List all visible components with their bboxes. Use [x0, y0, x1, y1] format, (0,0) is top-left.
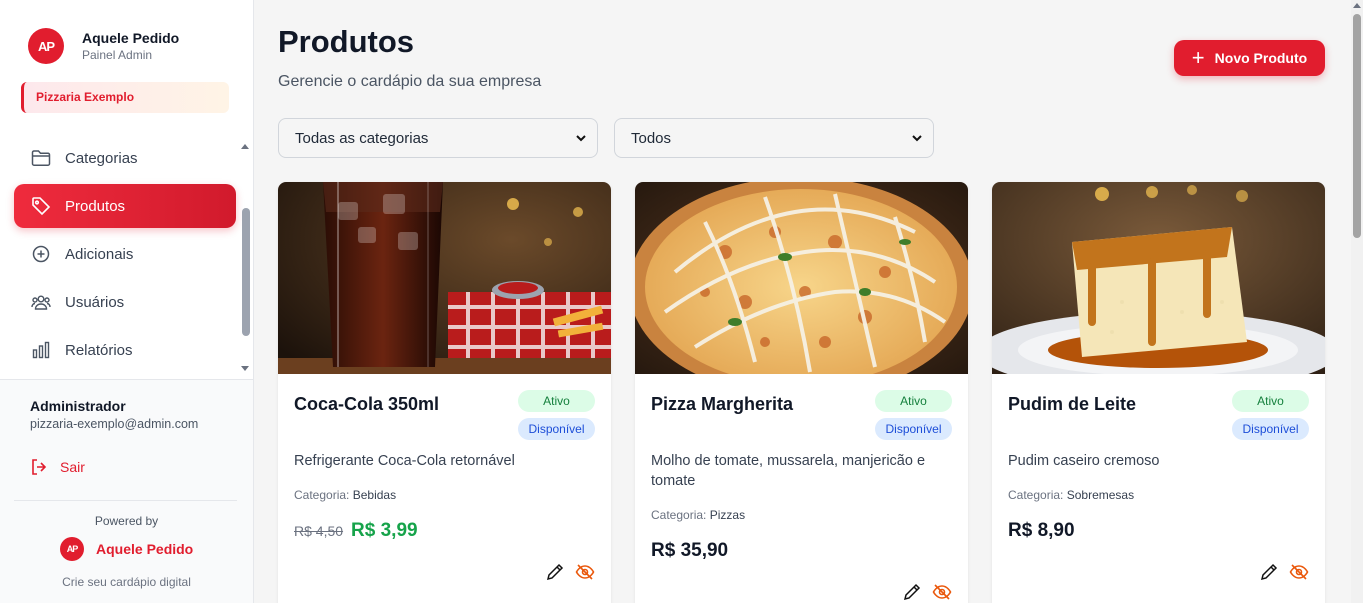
sidebar-nav: Categorias Produtos Adicionais Usuários … [14, 136, 236, 376]
status-badge: Ativo [518, 390, 595, 412]
product-name: Pizza Margherita [651, 394, 794, 414]
edit-button[interactable] [902, 582, 922, 602]
pencil-icon [1260, 563, 1278, 581]
edit-button[interactable] [545, 562, 565, 582]
product-category: Categoria: Sobremesas [1008, 488, 1134, 502]
product-price: R$ 35,90 [651, 540, 729, 561]
product-description: Pudim caseiro cremoso [1008, 453, 1160, 469]
scroll-thumb[interactable] [242, 208, 250, 336]
category-value: Pizzas [709, 508, 746, 522]
page-scrollbar[interactable] [1351, 0, 1363, 603]
sidebar-item-label: Relatórios [65, 341, 133, 359]
sidebar-item-categorias[interactable]: Categorias [14, 136, 236, 180]
sidebar-item-relatorios[interactable]: Relatórios [14, 328, 236, 372]
eye-off-icon [1289, 564, 1309, 580]
brand: AP Aquele Pedido Painel Admin [28, 28, 179, 64]
status-filter-select[interactable]: Todos [614, 118, 934, 158]
category-label: Categoria: [294, 488, 350, 502]
brand-logo-small: AP [60, 537, 84, 561]
eye-off-icon [932, 584, 952, 600]
sidebar-item-adicionais[interactable]: Adicionais [14, 232, 236, 276]
users-icon [31, 292, 51, 312]
divider [14, 500, 237, 501]
status-badge: Ativo [875, 390, 952, 412]
promo-price: R$ 3,99 [351, 520, 418, 541]
chevron-down-icon [912, 135, 922, 142]
tagline: Crie seu cardápio digital [62, 575, 191, 589]
product-image [992, 182, 1325, 374]
product-card: Pizza Margherita Ativo Disponível Molho … [635, 182, 968, 603]
powered-brand: AP Aquele Pedido [60, 537, 193, 561]
powered-by: Powered by [94, 514, 159, 528]
user-name: Administrador [30, 398, 126, 414]
eye-off-icon [575, 564, 595, 580]
availability-badge: Disponível [1232, 418, 1309, 440]
product-price: R$ 4,50 R$ 3,99 [294, 520, 418, 542]
sidebar-item-usuarios[interactable]: Usuários [14, 280, 236, 324]
category-filter-value: Todas as categorias [295, 129, 429, 147]
chevron-down-icon [576, 135, 586, 142]
sidebar-item-label: Adicionais [65, 245, 134, 263]
sidebar-scrollbar[interactable] [240, 140, 252, 376]
product-card: Coca-Cola 350ml Ativo Disponível Refrige… [278, 182, 611, 603]
scroll-up-icon[interactable] [241, 144, 249, 149]
product-description: Molho de tomate, mussarela, manjericão e… [651, 453, 926, 489]
product-price: R$ 8,90 [1008, 520, 1075, 541]
brand-subtitle: Painel Admin [82, 48, 153, 62]
category-value: Sobremesas [1066, 488, 1135, 502]
company-badge: Pizzaria Exemplo [21, 82, 229, 113]
logout-label: Sair [60, 459, 85, 475]
category-value: Bebidas [352, 488, 397, 502]
page-subtitle: Gerencie o cardápio da sua empresa [278, 73, 542, 90]
product-image [635, 182, 968, 374]
category-label: Categoria: [651, 508, 707, 522]
hide-button[interactable] [575, 562, 595, 582]
plus-circle-icon [31, 244, 51, 264]
category-label: Categoria: [1008, 488, 1064, 502]
plus-icon: + [1191, 45, 1205, 70]
scroll-up-icon[interactable] [1353, 3, 1361, 8]
product-category: Categoria: Bebidas [294, 488, 396, 502]
category-filter-select[interactable]: Todas as categorias [278, 118, 598, 158]
sidebar: AP Aquele Pedido Painel Admin Pizzaria E… [0, 0, 254, 603]
scroll-down-icon[interactable] [241, 366, 249, 371]
pencil-icon [546, 563, 564, 581]
page-title: Produtos [278, 24, 415, 59]
new-product-button[interactable]: + Novo Produto [1174, 40, 1325, 76]
product-actions [1259, 562, 1309, 582]
product-name: Pudim de Leite [1008, 394, 1137, 414]
brand-name: Aquele Pedido [82, 30, 180, 46]
hide-button[interactable] [1289, 562, 1309, 582]
sidebar-item-label: Categorias [65, 149, 138, 167]
brand-logo: AP [28, 28, 64, 64]
status-filter-value: Todos [631, 129, 672, 147]
availability-badge: Disponível [518, 418, 595, 440]
folder-icon [31, 148, 51, 168]
sidebar-item-label: Produtos [65, 197, 126, 215]
bar-chart-icon [31, 340, 51, 360]
tag-icon [31, 196, 51, 216]
sidebar-item-label: Usuários [65, 293, 125, 311]
product-card: Pudim de Leite Ativo Disponível Pudim ca… [992, 182, 1325, 603]
product-image [278, 182, 611, 374]
product-description: Refrigerante Coca-Cola retornável [294, 453, 515, 469]
pencil-icon [903, 583, 921, 601]
availability-badge: Disponível [875, 418, 952, 440]
product-category: Categoria: Pizzas [651, 508, 745, 522]
old-price: R$ 4,50 [294, 523, 344, 539]
powered-brand-name: Aquele Pedido [96, 541, 194, 557]
user-email: pizzaria-exemplo@admin.com [30, 417, 199, 431]
hide-button[interactable] [932, 582, 952, 602]
edit-button[interactable] [1259, 562, 1279, 582]
logout-icon [30, 458, 48, 476]
product-name: Coca-Cola 350ml [294, 394, 440, 414]
status-badge: Ativo [1232, 390, 1309, 412]
logout-button[interactable]: Sair [30, 458, 85, 476]
sidebar-item-produtos[interactable]: Produtos [14, 184, 236, 228]
scroll-thumb[interactable] [1353, 14, 1361, 238]
sidebar-footer: Administrador pizzaria-exemplo@admin.com… [0, 379, 253, 603]
product-actions [902, 582, 952, 602]
new-product-label: Novo Produto [1214, 50, 1308, 66]
product-actions [545, 562, 595, 582]
